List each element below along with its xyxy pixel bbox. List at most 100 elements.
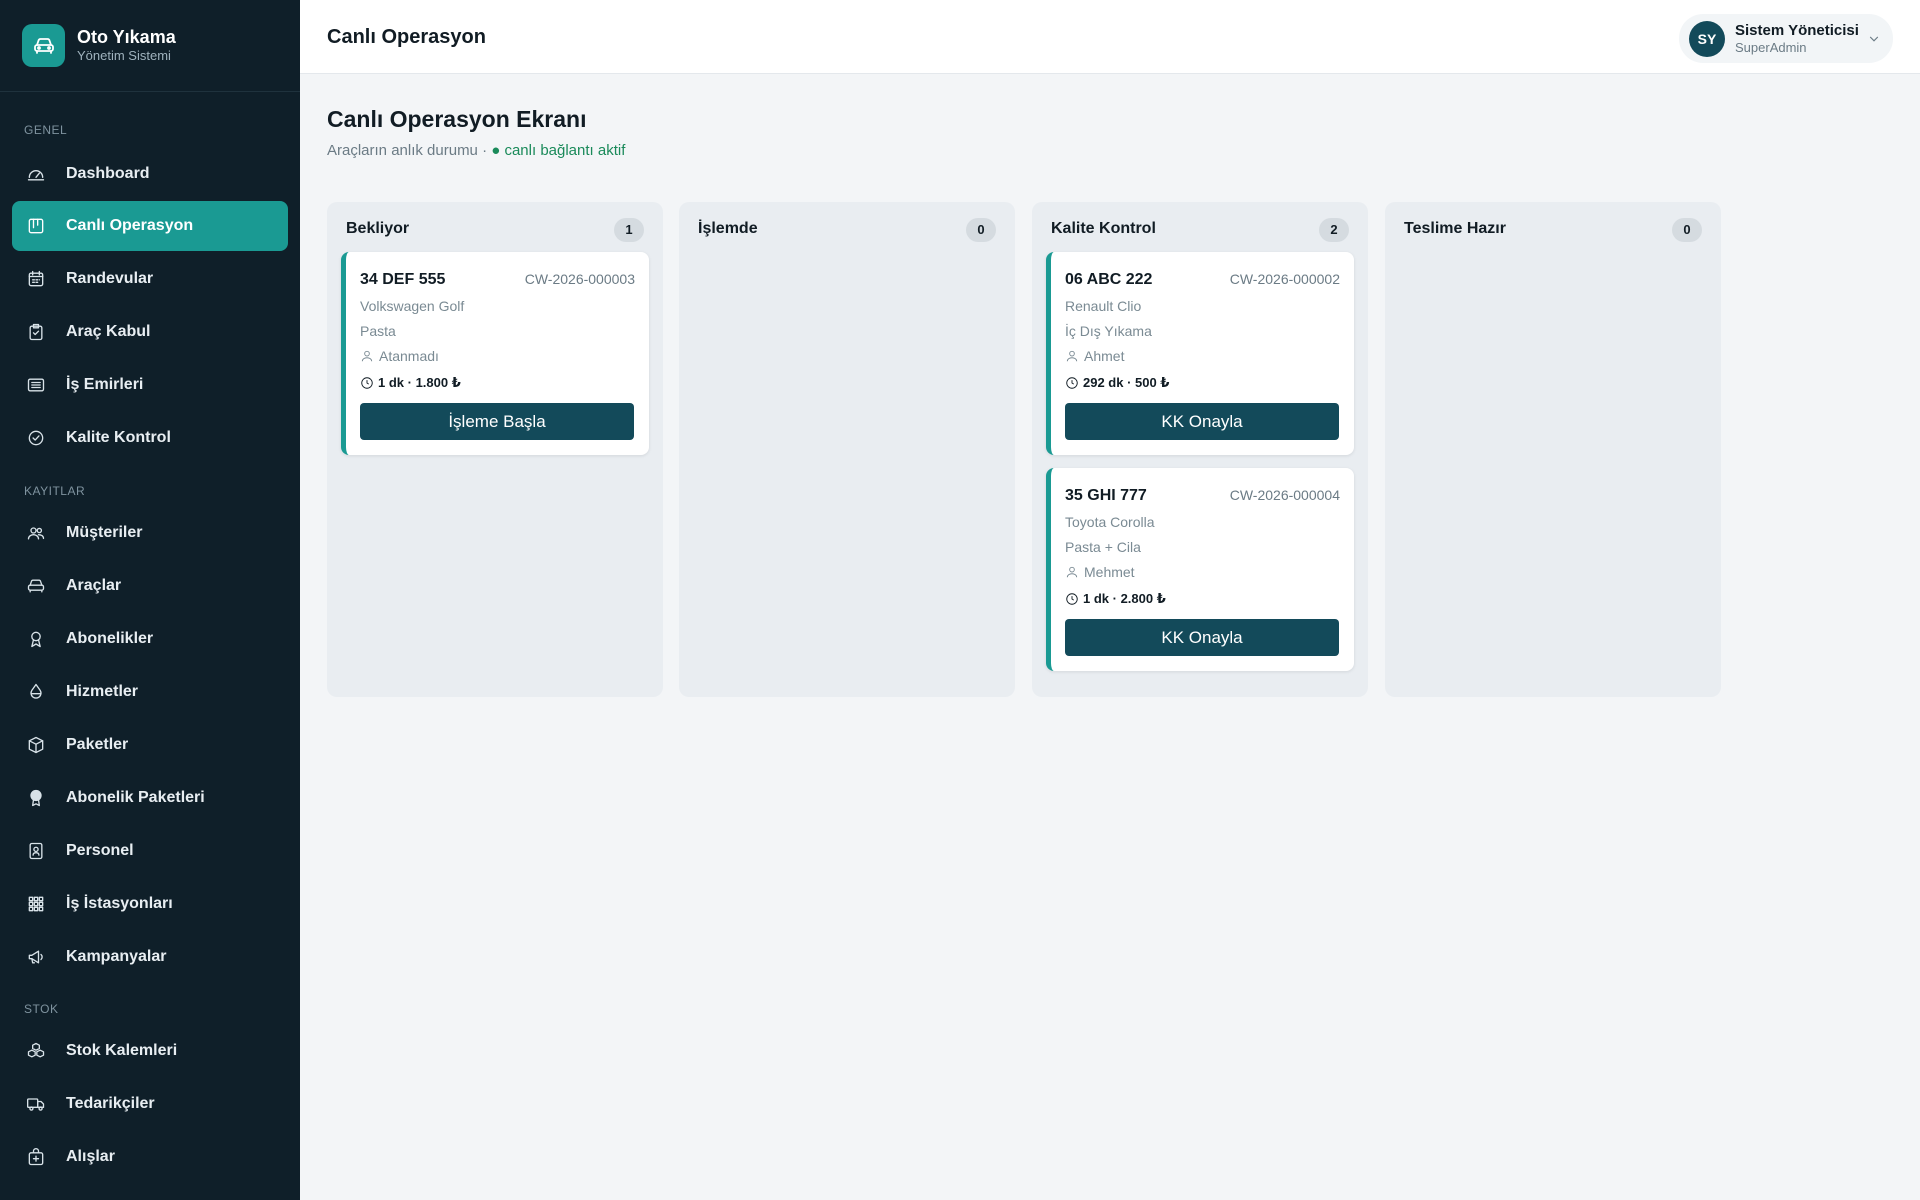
column-count-badge: 2 [1319, 218, 1349, 242]
clock-icon [361, 377, 373, 389]
sidebar-item-label: Abonelikler [66, 630, 154, 647]
sidebar-item-label: Hizmetler [66, 683, 139, 700]
page-title: Canlı Operasyon Ekranı [327, 106, 587, 132]
avatar: SY [1689, 20, 1725, 57]
top-header: Canlı Operasyon SY Sistem Yöneticisi Sup… [300, 0, 1920, 74]
sidebar-item-abonelik-paketleri[interactable]: Abonelik Paketleri [12, 773, 288, 823]
sidebar-item-dashboard[interactable]: Dashboard [12, 149, 288, 199]
card-meta: 1 dk · 1.800 ₺ [360, 375, 461, 391]
column-title: Bekliyor [346, 220, 410, 237]
kanban-column-islemde: İşlemde 0 [679, 202, 1015, 697]
gauge-icon [26, 164, 46, 184]
user-name: Sistem Yöneticisi [1735, 22, 1859, 39]
card-staff-name: Ahmet [1084, 348, 1125, 364]
car-icon [22, 24, 65, 67]
sidebar-item-musteriler[interactable]: Müşteriler [12, 508, 288, 558]
card-meta-text: 1 dk · 1.800 ₺ [378, 375, 461, 390]
kanban-column-teslime-hazir: Teslime Hazır 0 [1385, 202, 1721, 697]
sidebar-item-canli-operasyon[interactable]: Canlı Operasyon [12, 201, 288, 251]
clock-icon [1066, 377, 1078, 389]
user-icon [1066, 350, 1078, 362]
sidebar-item-paketler[interactable]: Paketler [12, 720, 288, 770]
card-staff-name: Mehmet [1084, 564, 1135, 580]
sidebar-item-label: Kalite Kontrol [66, 429, 171, 446]
check-circle-icon [26, 428, 46, 448]
sidebar-item-label: İş Emirleri [66, 376, 144, 393]
sidebar-item-tedarikciler[interactable]: Tedarikçiler [12, 1079, 288, 1129]
car-icon [26, 576, 46, 596]
sidebar-item-kalite-kontrol[interactable]: Kalite Kontrol [12, 413, 288, 463]
column-count-badge: 0 [1672, 218, 1702, 242]
badge-icon [26, 788, 46, 808]
sidebar-item-label: Tedarikçiler [66, 1095, 155, 1112]
brand-subtitle: Yönetim Sistemi [77, 48, 171, 63]
nav-section-stok: STOK [24, 1002, 59, 1016]
sidebar-item-stok-kalemleri[interactable]: Stok Kalemleri [12, 1026, 288, 1076]
card-code: CW-2026-000002 [1229, 271, 1340, 287]
sidebar-item-personel[interactable]: Personel [12, 826, 288, 876]
sidebar-item-label: Müşteriler [66, 524, 143, 541]
live-status: ● canlı bağlantı aktif [491, 142, 626, 159]
sidebar-item-abonelikler[interactable]: Abonelikler [12, 614, 288, 664]
clock-icon [1066, 593, 1078, 605]
card-plate: 34 DEF 555 [360, 271, 446, 288]
card-service: Pasta [360, 323, 396, 339]
sidebar-item-alislar[interactable]: Alışlar [12, 1132, 288, 1182]
package-icon [26, 735, 46, 755]
sidebar-item-label: İş İstasyonları [66, 895, 173, 912]
sidebar-item-label: Abonelik Paketleri [66, 789, 205, 806]
page-subtitle: Araçların anlık durumu · ● canlı bağlant… [327, 142, 625, 159]
calendar-icon [26, 269, 46, 289]
user-icon [1066, 566, 1078, 578]
card-staff-name: Atanmadı [379, 348, 439, 364]
sidebar-item-araclar[interactable]: Araçlar [12, 561, 288, 611]
card-code: CW-2026-000003 [524, 271, 635, 287]
megaphone-icon [26, 947, 46, 967]
card-vehicle: Toyota Corolla [1065, 514, 1155, 530]
card-meta: 1 dk · 2.800 ₺ [1065, 591, 1166, 607]
work-order-card[interactable]: 35 GHI 777 CW-2026-000004 Toyota Corolla… [1046, 468, 1354, 671]
grid-icon [26, 894, 46, 914]
sidebar-item-label: Paketler [66, 736, 129, 753]
kanban-column-kalite-kontrol: Kalite Kontrol 2 06 ABC 222 CW-2026-0000… [1032, 202, 1368, 697]
sidebar-item-label: Stok Kalemleri [66, 1042, 178, 1059]
sidebar-item-label: Dashboard [66, 165, 150, 182]
sidebar-item-label: Araç Kabul [66, 323, 151, 340]
sidebar-item-kampanyalar[interactable]: Kampanyalar [12, 932, 288, 982]
id-badge-icon [26, 841, 46, 861]
card-code: CW-2026-000004 [1229, 487, 1340, 503]
work-order-card[interactable]: 06 ABC 222 CW-2026-000002 Renault Clio İ… [1046, 252, 1354, 455]
qc-approve-button[interactable]: KK Onayla [1065, 403, 1339, 440]
card-service: Pasta + Cila [1065, 539, 1141, 555]
user-menu[interactable]: SY Sistem Yöneticisi SuperAdmin [1679, 14, 1893, 63]
sidebar-item-label: Kampanyalar [66, 948, 167, 965]
sidebar-item-is-emirleri[interactable]: İş Emirleri [12, 360, 288, 410]
qc-approve-button[interactable]: KK Onayla [1065, 619, 1339, 656]
sidebar-item-randevular[interactable]: Randevular [12, 254, 288, 304]
sidebar-item-label: Araçlar [66, 577, 122, 594]
sidebar-item-hizmetler[interactable]: Hizmetler [12, 667, 288, 717]
kanban-icon [26, 216, 46, 236]
sidebar-item-is-istasyonlari[interactable]: İş İstasyonları [12, 879, 288, 929]
sidebar-item-label: Randevular [66, 270, 154, 287]
card-vehicle: Renault Clio [1065, 298, 1142, 314]
sidebar-item-arac-kabul[interactable]: Araç Kabul [12, 307, 288, 357]
card-staff: Ahmet [1065, 348, 1124, 364]
award-icon [26, 629, 46, 649]
card-service: İç Dış Yıkama [1065, 323, 1152, 339]
column-title: Kalite Kontrol [1051, 220, 1156, 237]
sidebar-item-label: Canlı Operasyon [66, 217, 194, 234]
card-plate: 35 GHI 777 [1065, 487, 1147, 504]
droplet-icon [26, 682, 46, 702]
card-meta-text: 1 dk · 2.800 ₺ [1083, 591, 1166, 606]
card-meta-text: 292 dk · 500 ₺ [1083, 375, 1170, 390]
work-order-card[interactable]: 34 DEF 555 CW-2026-000003 Volkswagen Gol… [341, 252, 649, 455]
column-title: İşlemde [698, 220, 758, 237]
start-process-button[interactable]: İşleme Başla [360, 403, 634, 440]
list-icon [26, 375, 46, 395]
brand[interactable]: Oto Yıkama Yönetim Sistemi [0, 0, 300, 92]
card-staff: Mehmet [1065, 564, 1135, 580]
clipboard-check-icon [26, 322, 46, 342]
bag-plus-icon [26, 1147, 46, 1167]
column-count-badge: 0 [966, 218, 996, 242]
